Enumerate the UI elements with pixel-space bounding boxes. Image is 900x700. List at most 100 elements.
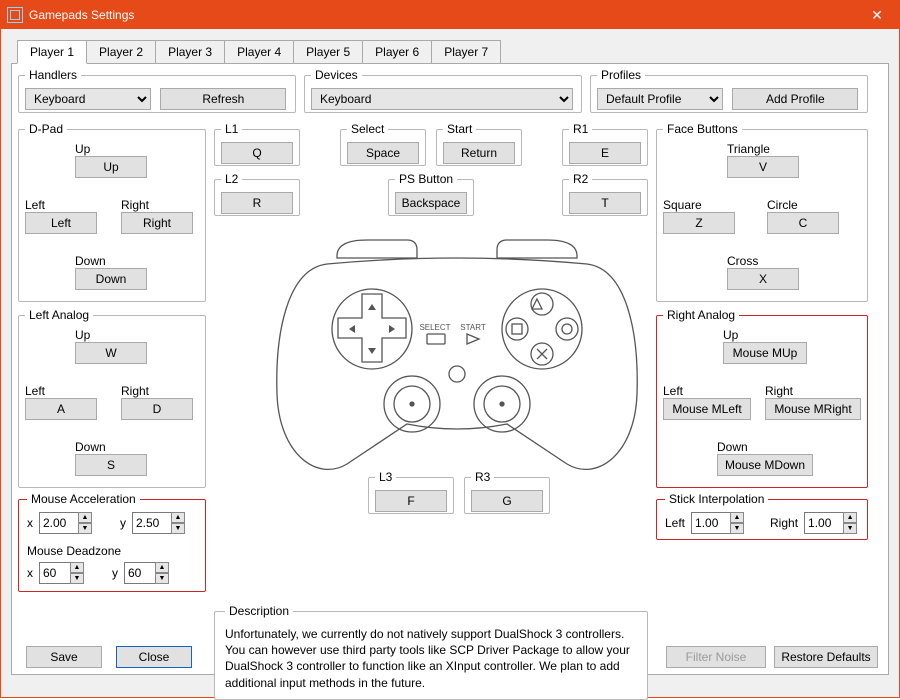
mouse-accel-group: Mouse Acceleration x 2.00 ▲▼ y 2.50 ▲▼ M…: [18, 492, 206, 592]
circle-label: Circle: [767, 198, 839, 212]
chevron-up-icon[interactable]: ▲: [171, 512, 185, 523]
chevron-down-icon[interactable]: ▼: [155, 573, 169, 584]
mouse-dead-x-input[interactable]: 60: [39, 562, 71, 584]
l3-button[interactable]: F: [375, 490, 447, 512]
left-analog-left-button[interactable]: A: [25, 398, 97, 420]
dpad-up-button[interactable]: Up: [75, 156, 147, 178]
profiles-group: Profiles Default Profile Add Profile: [590, 68, 868, 113]
mouse-dead-y-input[interactable]: 60: [124, 562, 156, 584]
tab-player-6[interactable]: Player 6: [362, 40, 432, 64]
chevron-up-icon[interactable]: ▲: [78, 512, 92, 523]
select-group: Select Space: [340, 122, 426, 166]
dpad-right-label: Right: [121, 198, 193, 212]
select-legend: Select: [347, 122, 388, 136]
r1-button[interactable]: E: [569, 142, 641, 164]
chevron-down-icon[interactable]: ▼: [730, 523, 744, 534]
right-analog-up-button[interactable]: Mouse MUp: [723, 342, 807, 364]
cross-button[interactable]: X: [727, 268, 799, 290]
chevron-up-icon[interactable]: ▲: [155, 562, 169, 573]
save-button[interactable]: Save: [26, 646, 102, 668]
chevron-down-icon[interactable]: ▼: [78, 523, 92, 534]
face-legend: Face Buttons: [663, 122, 742, 136]
left-analog-right-label: Right: [121, 384, 193, 398]
devices-select[interactable]: Keyboard: [311, 88, 573, 110]
chevron-down-icon[interactable]: ▼: [843, 523, 857, 534]
mouse-dead-x-spinner[interactable]: ▲▼: [70, 562, 84, 584]
close-button[interactable]: Close: [116, 646, 192, 668]
chevron-up-icon[interactable]: ▲: [843, 512, 857, 523]
right-analog-left-button[interactable]: Mouse MLeft: [663, 398, 751, 420]
dpad-legend: D-Pad: [25, 122, 67, 136]
l1-legend: L1: [221, 122, 242, 136]
left-analog-legend: Left Analog: [25, 308, 93, 322]
r3-button[interactable]: G: [471, 490, 543, 512]
handlers-select[interactable]: Keyboard: [25, 88, 151, 110]
filter-noise-button[interactable]: Filter Noise: [666, 646, 766, 668]
window: Gamepads Settings ✕ Player 1 Player 2 Pl…: [0, 0, 900, 698]
chevron-up-icon[interactable]: ▲: [70, 562, 84, 573]
tab-player-4[interactable]: Player 4: [224, 40, 294, 64]
stick-interp-left-spinner[interactable]: ▲▼: [730, 512, 744, 534]
r1-legend: R1: [569, 122, 592, 136]
controller-image: SELECT START: [267, 234, 647, 484]
tab-player-7[interactable]: Player 7: [431, 40, 501, 64]
mouse-accel-x-spinner[interactable]: ▲▼: [78, 512, 92, 534]
left-analog-up-button[interactable]: W: [75, 342, 147, 364]
square-button[interactable]: Z: [663, 212, 735, 234]
dpad-group: D-Pad Up Up Left Left Right Right Down D…: [18, 122, 206, 302]
stick-interp-left-label: Left: [665, 516, 685, 530]
stick-interp-right-spinner[interactable]: ▲▼: [843, 512, 857, 534]
right-analog-down-button[interactable]: Mouse MDown: [717, 454, 813, 476]
mouse-accel-y-label: y: [120, 516, 126, 530]
mouse-accel-legend: Mouse Acceleration: [27, 492, 140, 506]
titlebar: Gamepads Settings ✕: [1, 1, 899, 29]
right-analog-right-button[interactable]: Mouse MRight: [765, 398, 861, 420]
dpad-left-button[interactable]: Left: [25, 212, 97, 234]
svg-text:START: START: [460, 323, 486, 332]
chevron-up-icon[interactable]: ▲: [730, 512, 744, 523]
profiles-legend: Profiles: [597, 68, 645, 82]
start-button[interactable]: Return: [443, 142, 515, 164]
mouse-dead-y-spinner[interactable]: ▲▼: [155, 562, 169, 584]
ps-button[interactable]: Backspace: [395, 192, 467, 214]
select-button[interactable]: Space: [347, 142, 419, 164]
svg-text:SELECT: SELECT: [419, 323, 450, 332]
tab-strip: Player 1 Player 2 Player 3 Player 4 Play…: [17, 39, 889, 63]
chevron-down-icon[interactable]: ▼: [70, 573, 84, 584]
l2-button[interactable]: R: [221, 192, 293, 214]
handlers-group: Handlers Keyboard Refresh: [18, 68, 296, 113]
restore-defaults-button[interactable]: Restore Defaults: [774, 646, 878, 668]
tab-player-5[interactable]: Player 5: [293, 40, 363, 64]
profiles-select[interactable]: Default Profile: [597, 88, 723, 110]
handlers-legend: Handlers: [25, 68, 81, 82]
add-profile-button[interactable]: Add Profile: [732, 88, 858, 110]
stick-interp-legend: Stick Interpolation: [665, 492, 768, 506]
r2-button[interactable]: T: [569, 192, 641, 214]
devices-legend: Devices: [311, 68, 362, 82]
mouse-accel-y-spinner[interactable]: ▲▼: [171, 512, 185, 534]
description-text: Unfortunately, we currently do not nativ…: [225, 626, 637, 691]
refresh-button[interactable]: Refresh: [160, 88, 286, 110]
chevron-down-icon[interactable]: ▼: [171, 523, 185, 534]
l1-button[interactable]: Q: [221, 142, 293, 164]
description-group: Description Unfortunately, we currently …: [214, 604, 648, 700]
stick-interp-right-input[interactable]: 1.00: [804, 512, 844, 534]
tab-player-2[interactable]: Player 2: [86, 40, 156, 64]
dpad-down-label: Down: [75, 254, 147, 268]
close-icon[interactable]: ✕: [855, 1, 899, 29]
window-title: Gamepads Settings: [29, 8, 855, 22]
left-analog-down-button[interactable]: S: [75, 454, 147, 476]
dpad-down-button[interactable]: Down: [75, 268, 147, 290]
mouse-accel-x-input[interactable]: 2.00: [39, 512, 79, 534]
triangle-button[interactable]: V: [727, 156, 799, 178]
stick-interp-left-input[interactable]: 1.00: [691, 512, 731, 534]
left-analog-right-button[interactable]: D: [121, 398, 193, 420]
r2-group: R2 T: [562, 172, 648, 216]
circle-button[interactable]: C: [767, 212, 839, 234]
dpad-up-label: Up: [75, 142, 147, 156]
dpad-right-button[interactable]: Right: [121, 212, 193, 234]
mouse-accel-y-input[interactable]: 2.50: [132, 512, 172, 534]
tab-player-1[interactable]: Player 1: [17, 40, 87, 64]
gamepad-icon: SELECT START: [267, 234, 647, 484]
tab-player-3[interactable]: Player 3: [155, 40, 225, 64]
